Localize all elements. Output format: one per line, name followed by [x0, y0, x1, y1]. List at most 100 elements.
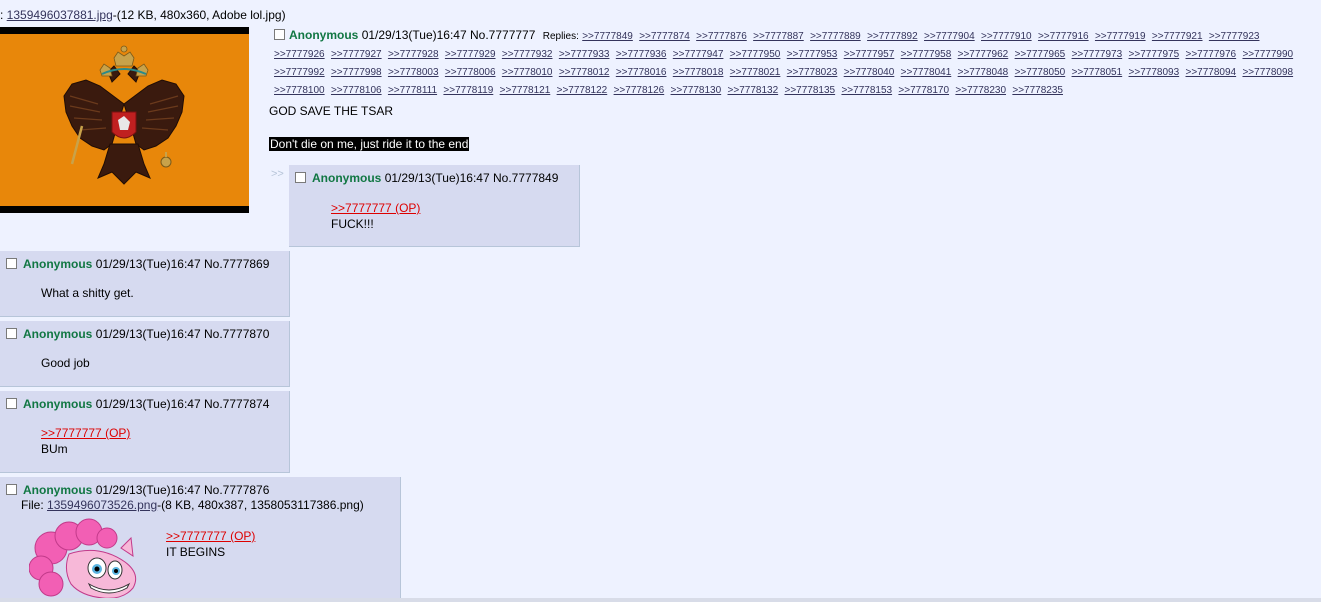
- op-reply-link[interactable]: >>7778021: [730, 67, 781, 78]
- op-reply-link[interactable]: >>7778048: [958, 67, 1009, 78]
- op-reply-link[interactable]: >>7777928: [388, 49, 439, 60]
- reply-select-checkbox[interactable]: [6, 258, 17, 269]
- reply-poster-name: Anonymous: [312, 171, 382, 185]
- op-reply-link[interactable]: >>7778100: [274, 85, 325, 96]
- op-thumbnail[interactable]: [0, 27, 249, 213]
- reply-text: IT BEGINS: [166, 545, 226, 559]
- op-reply-link[interactable]: >>7777892: [867, 31, 918, 42]
- op-reply-link[interactable]: >>7778018: [673, 67, 724, 78]
- op-reply-link[interactable]: >>7777876: [696, 31, 747, 42]
- op-reply-link[interactable]: >>7777998: [331, 67, 382, 78]
- reply-quote-link[interactable]: >>7777777 (OP): [166, 529, 255, 543]
- op-reply-link[interactable]: >>7777887: [753, 31, 804, 42]
- reply-select-checkbox[interactable]: [6, 328, 17, 339]
- op-reply-link[interactable]: >>7778153: [841, 85, 892, 96]
- reply-post-7777876: Anonymous 01/29/13(Tue)16:47 No.7777876 …: [0, 477, 401, 602]
- op-reply-link[interactable]: >>7778235: [1012, 85, 1063, 96]
- op-reply-link[interactable]: >>7777976: [1186, 49, 1237, 60]
- reply-message: >>7777777 (OP) IT BEGINS: [166, 528, 255, 560]
- pink-pony-thumbnail-icon[interactable]: [29, 518, 149, 602]
- op-reply-link[interactable]: >>7777910: [981, 31, 1032, 42]
- reply-header: Anonymous 01/29/13(Tue)16:47 No.7777876: [6, 483, 269, 497]
- op-reply-link[interactable]: >>7777921: [1152, 31, 1203, 42]
- reply-post-number[interactable]: No.7777870: [204, 327, 269, 341]
- reply-message: >>7777777 (OP) FUCK!!!: [331, 200, 420, 232]
- op-reply-link[interactable]: >>7778040: [844, 67, 895, 78]
- op-reply-link[interactable]: >>7777958: [901, 49, 952, 60]
- op-reply-link[interactable]: >>7778023: [787, 67, 838, 78]
- op-reply-link[interactable]: >>7778111: [388, 85, 437, 96]
- op-reply-link[interactable]: >>7777889: [810, 31, 861, 42]
- op-file-meta: -(12 KB, 480x360, Adobe lol.jpg): [112, 8, 286, 22]
- reply-message: >>7777777 (OP) BUm: [41, 425, 130, 457]
- op-reply-link[interactable]: >>7777849: [582, 31, 633, 42]
- op-reply-link[interactable]: >>7778051: [1072, 67, 1123, 78]
- op-reply-link[interactable]: >>7777919: [1095, 31, 1146, 42]
- op-reply-link[interactable]: >>7777936: [616, 49, 667, 60]
- reply-header: Anonymous 01/29/13(Tue)16:47 No.7777870: [6, 327, 269, 341]
- op-reply-link[interactable]: >>7778016: [616, 67, 667, 78]
- reply-select-checkbox[interactable]: [6, 484, 17, 495]
- op-reply-link[interactable]: >>7777932: [502, 49, 553, 60]
- reply-select-checkbox[interactable]: [6, 398, 17, 409]
- op-reply-link[interactable]: >>7777926: [274, 49, 325, 60]
- op-reply-link[interactable]: >>7777929: [445, 49, 496, 60]
- op-reply-link[interactable]: >>7777957: [844, 49, 895, 60]
- op-reply-link[interactable]: >>7778006: [445, 67, 496, 78]
- op-reply-link[interactable]: >>7778121: [500, 85, 551, 96]
- op-reply-link[interactable]: >>7778050: [1015, 67, 1066, 78]
- op-spoiler-text[interactable]: Don't die on me, just ride it to the end: [269, 137, 470, 151]
- reply-post-number[interactable]: No.7777869: [204, 257, 269, 271]
- op-post-number[interactable]: No.7777777: [470, 28, 535, 42]
- reply-post-7777870: Anonymous 01/29/13(Tue)16:47 No.7777870 …: [0, 321, 290, 387]
- op-reply-link[interactable]: >>7778093: [1129, 67, 1180, 78]
- reply-post-number[interactable]: No.7777874: [204, 397, 269, 411]
- op-reply-link[interactable]: >>7778170: [898, 85, 949, 96]
- reply-quote-link[interactable]: >>7777777 (OP): [331, 201, 420, 215]
- op-reply-link[interactable]: >>7777965: [1015, 49, 1066, 60]
- op-reply-link[interactable]: >>7778135: [784, 85, 835, 96]
- op-reply-link[interactable]: >>7777904: [924, 31, 975, 42]
- op-reply-link[interactable]: >>7777927: [331, 49, 382, 60]
- op-reply-link[interactable]: >>7777933: [559, 49, 610, 60]
- op-reply-link[interactable]: >>7777992: [274, 67, 325, 78]
- op-reply-link[interactable]: >>7777953: [787, 49, 838, 60]
- reply-text: What a shitty get.: [41, 286, 134, 300]
- op-reply-link[interactable]: >>7778130: [671, 85, 722, 96]
- op-reply-link[interactable]: >>7777962: [958, 49, 1009, 60]
- op-reply-link[interactable]: >>7778003: [388, 67, 439, 78]
- op-reply-link[interactable]: >>7778041: [901, 67, 952, 78]
- op-reply-link[interactable]: >>7778010: [502, 67, 553, 78]
- op-file-link[interactable]: 1359496037881.jpg: [7, 8, 113, 22]
- reply-poster-name: Anonymous: [23, 257, 93, 271]
- op-reply-link[interactable]: >>7778098: [1242, 67, 1293, 78]
- reply-message: What a shitty get.: [41, 285, 134, 301]
- op-reply-link[interactable]: >>7778230: [955, 85, 1006, 96]
- op-reply-link[interactable]: >>7778106: [331, 85, 382, 96]
- op-select-checkbox[interactable]: [274, 29, 285, 40]
- op-reply-link[interactable]: >>7777975: [1129, 49, 1180, 60]
- double-headed-eagle-flag-icon: [0, 34, 249, 206]
- reply-file-link[interactable]: 1359496073526.png: [47, 498, 157, 512]
- op-reply-link[interactable]: >>7778122: [557, 85, 608, 96]
- reply-post-number[interactable]: No.7777849: [493, 171, 558, 185]
- op-reply-link[interactable]: >>7778132: [728, 85, 779, 96]
- reply-text: BUm: [41, 442, 68, 456]
- op-reply-link[interactable]: >>7777973: [1072, 49, 1123, 60]
- reply-datetime: 01/29/13(Tue)16:47: [95, 483, 201, 497]
- reply-post-7777849: Anonymous 01/29/13(Tue)16:47 No.7777849 …: [289, 165, 580, 247]
- op-reply-link[interactable]: >>7778012: [559, 67, 610, 78]
- reply-datetime: 01/29/13(Tue)16:47: [384, 171, 490, 185]
- op-reply-link[interactable]: >>7778094: [1186, 67, 1237, 78]
- op-reply-link[interactable]: >>7777916: [1038, 31, 1089, 42]
- op-reply-link[interactable]: >>7777947: [673, 49, 724, 60]
- op-reply-link[interactable]: >>7778126: [614, 85, 665, 96]
- reply-post-number[interactable]: No.7777876: [204, 483, 269, 497]
- op-reply-link[interactable]: >>7777923: [1209, 31, 1260, 42]
- op-reply-link[interactable]: >>7777874: [639, 31, 690, 42]
- op-reply-link[interactable]: >>7777990: [1242, 49, 1293, 60]
- reply-quote-link[interactable]: >>7777777 (OP): [41, 426, 130, 440]
- op-reply-link[interactable]: >>7778119: [443, 85, 493, 96]
- op-reply-link[interactable]: >>7777950: [730, 49, 781, 60]
- reply-select-checkbox[interactable]: [295, 172, 306, 183]
